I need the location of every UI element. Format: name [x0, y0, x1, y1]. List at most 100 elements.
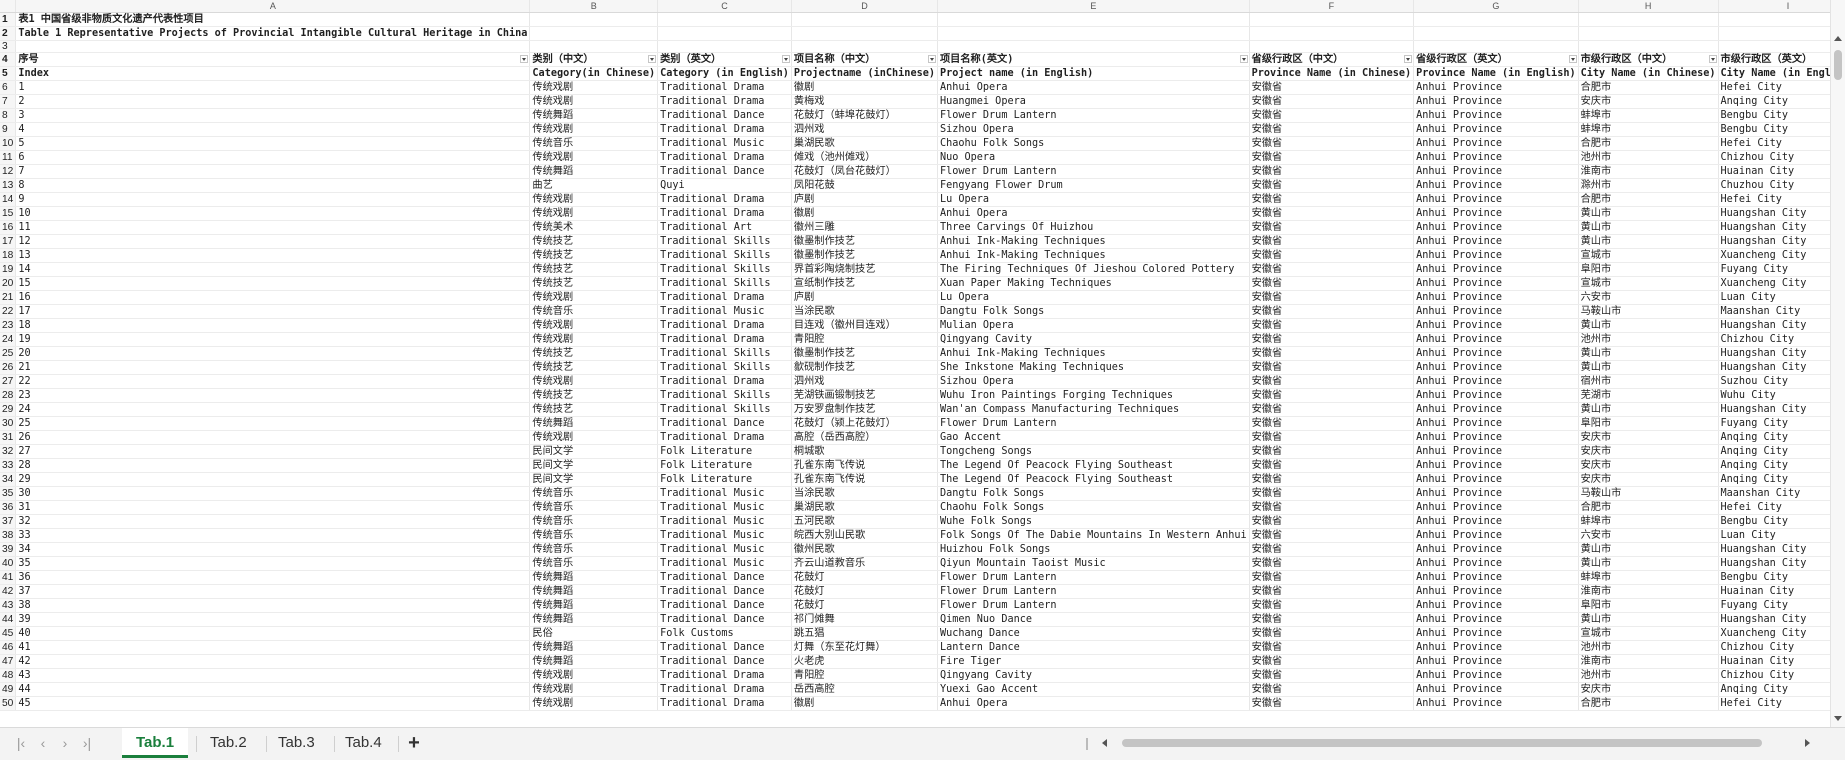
- cell[interactable]: 6: [15, 150, 531, 165]
- cell[interactable]: Huainan City: [1718, 654, 1831, 669]
- cell[interactable]: Huangshan City: [1718, 612, 1831, 627]
- cell[interactable]: 33: [15, 528, 531, 543]
- cell[interactable]: Anhui Province: [1413, 598, 1579, 613]
- cell[interactable]: Three Carvings Of Huizhou: [937, 220, 1250, 235]
- cell[interactable]: 傩戏（池州傩戏）: [791, 150, 938, 165]
- cell[interactable]: Traditional Drama: [657, 332, 792, 347]
- cell[interactable]: 花鼓灯（蚌埠花鼓灯）: [791, 108, 938, 123]
- cell[interactable]: 安徽省: [1249, 500, 1415, 515]
- cell[interactable]: 黄山市: [1578, 402, 1719, 417]
- cell[interactable]: 传统戏剧: [529, 332, 659, 347]
- cell[interactable]: Huangshan City: [1718, 234, 1831, 249]
- cell[interactable]: 15: [15, 276, 531, 291]
- header-cell-cn[interactable]: 省级行政区（中文）: [1249, 52, 1415, 67]
- row-header[interactable]: 14: [0, 192, 17, 207]
- cell[interactable]: 当涂民歌: [791, 304, 938, 319]
- cell[interactable]: Anhui Province: [1413, 542, 1579, 557]
- row-header[interactable]: 49: [0, 682, 17, 697]
- cell[interactable]: Qingyang Cavity: [937, 668, 1250, 683]
- cell[interactable]: 皖西大别山民歌: [791, 528, 938, 543]
- row-header[interactable]: 36: [0, 500, 17, 515]
- cell[interactable]: 安徽省: [1249, 458, 1415, 473]
- cell[interactable]: 灯舞（东至花灯舞）: [791, 640, 938, 655]
- cell[interactable]: [1578, 12, 1719, 27]
- cell[interactable]: Anhui Ink-Making Techniques: [937, 248, 1250, 263]
- cell[interactable]: Anhui Province: [1413, 388, 1579, 403]
- cell[interactable]: [937, 12, 1250, 27]
- row-header[interactable]: 35: [0, 486, 17, 501]
- cell[interactable]: 7: [15, 164, 531, 179]
- cell[interactable]: 17: [15, 304, 531, 319]
- cell[interactable]: Traditional Music: [657, 528, 792, 543]
- cell[interactable]: 六安市: [1578, 290, 1719, 305]
- cell[interactable]: Chizhou City: [1718, 332, 1831, 347]
- cell[interactable]: 安徽省: [1249, 192, 1415, 207]
- cell[interactable]: 安庆市: [1578, 444, 1719, 459]
- cell[interactable]: 安徽省: [1249, 528, 1415, 543]
- cell[interactable]: 孔雀东南飞传说: [791, 472, 938, 487]
- cell[interactable]: 徽剧: [791, 206, 938, 221]
- cell[interactable]: 安徽省: [1249, 94, 1415, 109]
- cell[interactable]: 传统舞蹈: [529, 654, 659, 669]
- cell[interactable]: Bengbu City: [1718, 122, 1831, 137]
- row-header[interactable]: 39: [0, 542, 17, 557]
- cell[interactable]: 43: [15, 668, 531, 683]
- cell[interactable]: 传统舞蹈: [529, 108, 659, 123]
- cell[interactable]: Traditional Drama: [657, 122, 792, 137]
- next-sheet-icon[interactable]: ›: [58, 736, 72, 750]
- cell[interactable]: 传统戏剧: [529, 94, 659, 109]
- cell[interactable]: 黄山市: [1578, 556, 1719, 571]
- cell[interactable]: 跳五猖: [791, 626, 938, 641]
- cell[interactable]: 传统舞蹈: [529, 164, 659, 179]
- cell[interactable]: 阜阳市: [1578, 598, 1719, 613]
- row-header[interactable]: 17: [0, 234, 17, 249]
- cell[interactable]: [791, 40, 938, 53]
- cell[interactable]: Anhui Province: [1413, 374, 1579, 389]
- cell[interactable]: Hefei City: [1718, 80, 1831, 95]
- cell[interactable]: 合肥市: [1578, 80, 1719, 95]
- cell[interactable]: Wuhe Folk Songs: [937, 514, 1250, 529]
- cell[interactable]: 池州市: [1578, 332, 1719, 347]
- cell[interactable]: 黄山市: [1578, 206, 1719, 221]
- cell[interactable]: 传统戏剧: [529, 150, 659, 165]
- cell[interactable]: 安徽省: [1249, 654, 1415, 669]
- row-header[interactable]: 21: [0, 290, 17, 305]
- cell[interactable]: 黄山市: [1578, 612, 1719, 627]
- cell[interactable]: 宣城市: [1578, 626, 1719, 641]
- cell[interactable]: 10: [15, 206, 531, 221]
- cell[interactable]: 蚌埠市: [1578, 108, 1719, 123]
- cell[interactable]: Anhui Province: [1413, 290, 1579, 305]
- cell[interactable]: 民间文学: [529, 472, 659, 487]
- cell[interactable]: 花鼓灯（颍上花鼓灯）: [791, 416, 938, 431]
- row-header[interactable]: 13: [0, 178, 17, 193]
- cell[interactable]: Anhui Province: [1413, 514, 1579, 529]
- cell[interactable]: 24: [15, 402, 531, 417]
- cell[interactable]: 27: [15, 444, 531, 459]
- cell[interactable]: Maanshan City: [1718, 304, 1831, 319]
- cell[interactable]: 传统技艺: [529, 346, 659, 361]
- cell[interactable]: 黄梅戏: [791, 94, 938, 109]
- cell[interactable]: Anhui Province: [1413, 94, 1579, 109]
- cell[interactable]: Dangtu Folk Songs: [937, 486, 1250, 501]
- cell[interactable]: Anhui Opera: [937, 206, 1250, 221]
- cell[interactable]: 黄山市: [1578, 318, 1719, 333]
- cell[interactable]: 传统戏剧: [529, 430, 659, 445]
- cell[interactable]: 14: [15, 262, 531, 277]
- horizontal-scroll-thumb[interactable]: [1122, 739, 1762, 747]
- row-header[interactable]: 29: [0, 402, 17, 417]
- cell[interactable]: 传统舞蹈: [529, 416, 659, 431]
- header-cell-en[interactable]: Province Name (in English): [1413, 66, 1579, 81]
- cell[interactable]: The Legend Of Peacock Flying Southeast: [937, 458, 1250, 473]
- row-header[interactable]: 50: [0, 696, 17, 711]
- cell[interactable]: 安徽省: [1249, 136, 1415, 151]
- cell[interactable]: Traditional Drama: [657, 430, 792, 445]
- cell[interactable]: 3: [15, 108, 531, 123]
- cell[interactable]: Traditional Drama: [657, 374, 792, 389]
- cell[interactable]: Traditional Dance: [657, 108, 792, 123]
- row-header[interactable]: 31: [0, 430, 17, 445]
- cell[interactable]: 传统舞蹈: [529, 640, 659, 655]
- cell[interactable]: Anhui Province: [1413, 122, 1579, 137]
- cell[interactable]: The Firing Techniques Of Jieshou Colored…: [937, 262, 1250, 277]
- cell[interactable]: 蚌埠市: [1578, 514, 1719, 529]
- cell[interactable]: [657, 26, 792, 41]
